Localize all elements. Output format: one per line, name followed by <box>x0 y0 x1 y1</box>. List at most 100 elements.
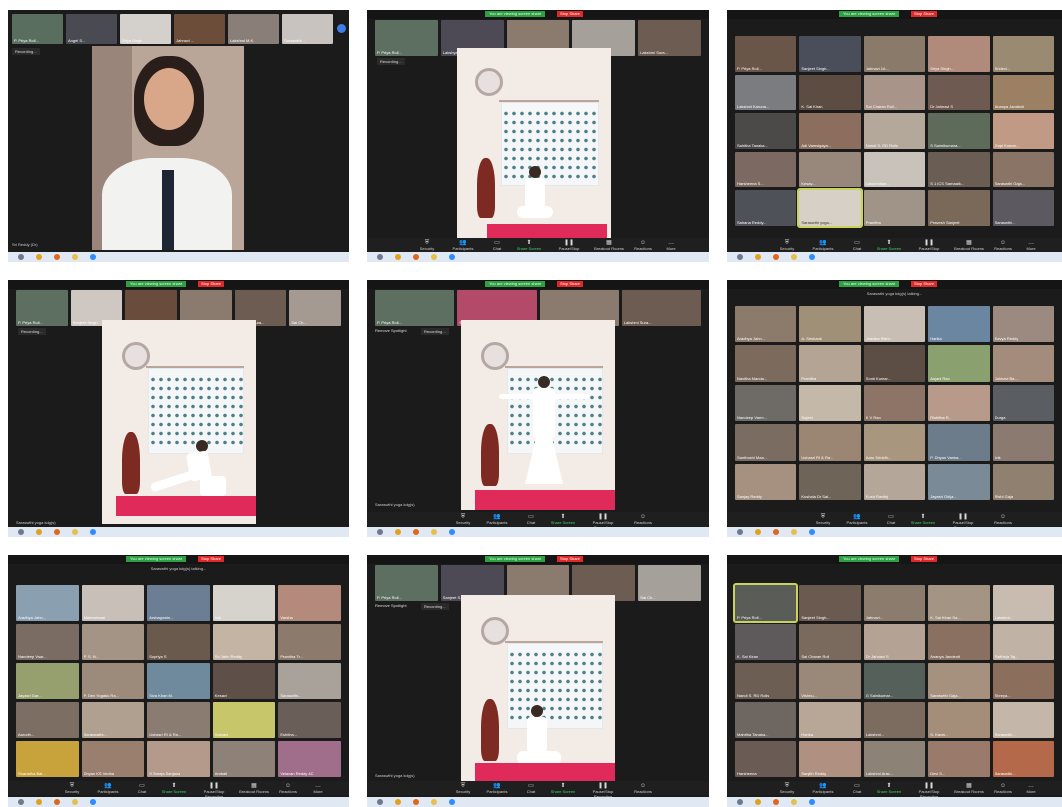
folder-icon[interactable] <box>431 254 437 260</box>
search-icon[interactable] <box>18 799 24 805</box>
zoom-icon[interactable] <box>449 799 455 805</box>
participant-tile[interactable]: Jahnavi 1A... <box>863 36 926 72</box>
share-screen-button[interactable]: ⬆ Share Screen <box>154 783 194 794</box>
participant-tile[interactable]: K. Sai Kiran <box>735 624 797 660</box>
search-icon[interactable] <box>18 254 24 260</box>
participant-tile[interactable]: K V Rao <box>863 384 926 422</box>
zoom-icon[interactable] <box>90 529 96 535</box>
participant-tile[interactable]: Nandeep Varm... <box>735 384 797 422</box>
participant-tile[interactable]: Pranitha <box>799 345 861 382</box>
participant-tile[interactable]: Sridevi... <box>992 36 1054 72</box>
participant-tile[interactable]: Dr Jahnavi S <box>928 74 990 111</box>
participant-tile[interactable]: Ushasri RI & Ra... <box>147 702 210 738</box>
participant-tile[interactable]: Pranitha Tr... <box>278 624 341 660</box>
more-button[interactable]: … More <box>651 240 691 251</box>
participant-tile[interactable]: Jnanika Rishi... <box>863 306 926 343</box>
participant-tile[interactable]: Kavya Reddy <box>992 306 1054 343</box>
firefox-icon[interactable] <box>54 799 60 805</box>
participant-tile[interactable]: Kesavi <box>212 663 276 699</box>
participant-tile[interactable]: Sahana Reddy... <box>735 190 797 226</box>
share-screen-button[interactable]: ⬆ Share Screen <box>509 240 549 251</box>
participant-tile[interactable]: Saraswthi... <box>992 741 1054 777</box>
search-icon[interactable] <box>18 529 24 535</box>
participant-tile[interactable]: Sahitha Tanaka... <box>735 113 797 149</box>
participant-tile[interactable]: Anjani Rao <box>928 345 990 382</box>
search-icon[interactable] <box>737 799 743 805</box>
participant-tile[interactable]: Nandi S. RD Rolls <box>863 113 926 149</box>
participant-tile[interactable]: Harsheena S... <box>735 151 797 188</box>
participant-tile[interactable]: Supriya S <box>147 624 210 660</box>
folder-icon[interactable] <box>791 529 797 535</box>
participant-tile[interactable]: Ananya Jandeoti <box>928 624 990 660</box>
more-button[interactable]: … More <box>1011 240 1051 251</box>
participant-tile[interactable]: Aradhya Jahn... <box>16 585 79 621</box>
participant-tile[interactable]: P. Priya Roll... <box>735 36 797 72</box>
participant-tile[interactable]: Rishitha R.. <box>928 384 990 422</box>
share-screen-button[interactable]: ⬆ Share Screen <box>869 240 909 251</box>
remove-spotlight-button[interactable]: Remove Spotlight <box>375 603 407 608</box>
search-icon[interactable] <box>377 799 383 805</box>
participant-tile-active[interactable]: Saraswthi yoga... <box>797 188 863 228</box>
participant-tile[interactable]: Kesav... <box>799 151 861 188</box>
chrome-icon[interactable] <box>36 254 42 260</box>
participant-tile[interactable]: Pravesh Sanjeet <box>928 190 990 226</box>
participant-tile[interactable]: Adi Vamsigaya... <box>799 113 861 149</box>
participant-tile[interactable]: Varsha <box>278 585 341 621</box>
participant-tile[interactable]: Shreya... <box>992 663 1054 699</box>
participant-thumb[interactable]: Angel S... <box>66 14 117 44</box>
security-button[interactable]: ⛨ Security <box>52 783 92 794</box>
participant-tile[interactable]: Ivik <box>212 585 276 621</box>
folder-icon[interactable] <box>72 529 78 535</box>
more-button[interactable]: … More <box>1011 783 1051 794</box>
participant-tile[interactable]: Gopi Kumar... <box>992 113 1054 149</box>
reactions-button[interactable]: ☺ Reactions <box>623 514 663 525</box>
participant-thumb[interactable]: P. Priya Roll... <box>375 565 438 601</box>
participant-tile[interactable]: Lakshmi... <box>992 585 1054 621</box>
participant-tile[interactable]: Santhoshi Maa... <box>735 424 797 461</box>
participant-tile[interactable]: K. Sai Kiran Sa... <box>928 585 990 621</box>
participant-tile[interactable]: Sanjay Reddy <box>735 463 797 500</box>
security-button[interactable]: ⛨ Security <box>767 783 807 794</box>
stop-share-button[interactable]: Stop Share <box>198 281 225 287</box>
participant-tile[interactable]: Ivik <box>992 424 1054 461</box>
participant-thumb[interactable]: Sai Ch... <box>638 565 701 601</box>
participant-tile[interactable]: Saraswthi Gaja... <box>928 663 990 699</box>
participant-thumb[interactable]: Jahnavi ... <box>174 14 225 44</box>
participant-tile[interactable]: Lakshmi Arav... <box>863 741 926 777</box>
participant-tile[interactable]: P. Dhyan Vanka... <box>928 424 990 461</box>
chrome-icon[interactable] <box>755 529 761 535</box>
share-screen-button[interactable]: ⬆ Share Screen <box>869 783 909 794</box>
participant-thumb[interactable]: P. Priya Roll... <box>375 20 438 56</box>
participant-tile[interactable]: Jahnavi... <box>863 585 926 621</box>
participant-tile[interactable]: Jahnavi Ba... <box>992 345 1054 382</box>
participant-tile[interactable]: P. S. N... <box>81 624 145 660</box>
chrome-icon[interactable] <box>395 254 401 260</box>
participant-tile[interactable]: Sai Charan Roll... <box>863 74 926 111</box>
stop-share-button[interactable]: Stop Share <box>557 281 584 287</box>
participant-tile[interactable]: Sanjeet Singh... <box>799 585 861 621</box>
chrome-icon[interactable] <box>395 529 401 535</box>
participant-tile-active[interactable]: P. Priya Roll... <box>732 583 799 623</box>
zoom-icon[interactable] <box>90 254 96 260</box>
folder-icon[interactable] <box>431 529 437 535</box>
zoom-icon[interactable] <box>449 254 455 260</box>
folder-icon[interactable] <box>72 799 78 805</box>
participant-tile[interactable]: Saraswthi... <box>992 702 1054 738</box>
search-icon[interactable] <box>737 529 743 535</box>
participant-tile[interactable]: Lakshmi Karuna... <box>735 74 797 111</box>
reactions-button[interactable]: ☺ Reactions <box>983 514 1023 525</box>
participant-tile[interactable]: Harsheena <box>735 741 797 777</box>
folder-icon[interactable] <box>72 254 78 260</box>
zoom-icon[interactable] <box>809 254 815 260</box>
participant-tile[interactable]: Lakshmikar... <box>863 151 926 188</box>
participant-tile[interactable]: Eshitha... <box>278 702 341 738</box>
participant-tile[interactable]: Sri Jahn Reddy <box>212 624 276 660</box>
participant-thumb[interactable]: Sai Ch... <box>289 290 342 326</box>
participant-tile[interactable]: Aradhya Jahn... <box>735 306 797 343</box>
participant-tile[interactable]: P. Dev Yogaku Ra... <box>81 663 145 699</box>
firefox-icon[interactable] <box>773 254 779 260</box>
participant-tile[interactable]: Kush Ravitej <box>863 463 926 500</box>
folder-icon[interactable] <box>431 799 437 805</box>
zoom-icon[interactable] <box>449 529 455 535</box>
participant-tile[interactable]: G Sainikumar... <box>863 663 926 699</box>
